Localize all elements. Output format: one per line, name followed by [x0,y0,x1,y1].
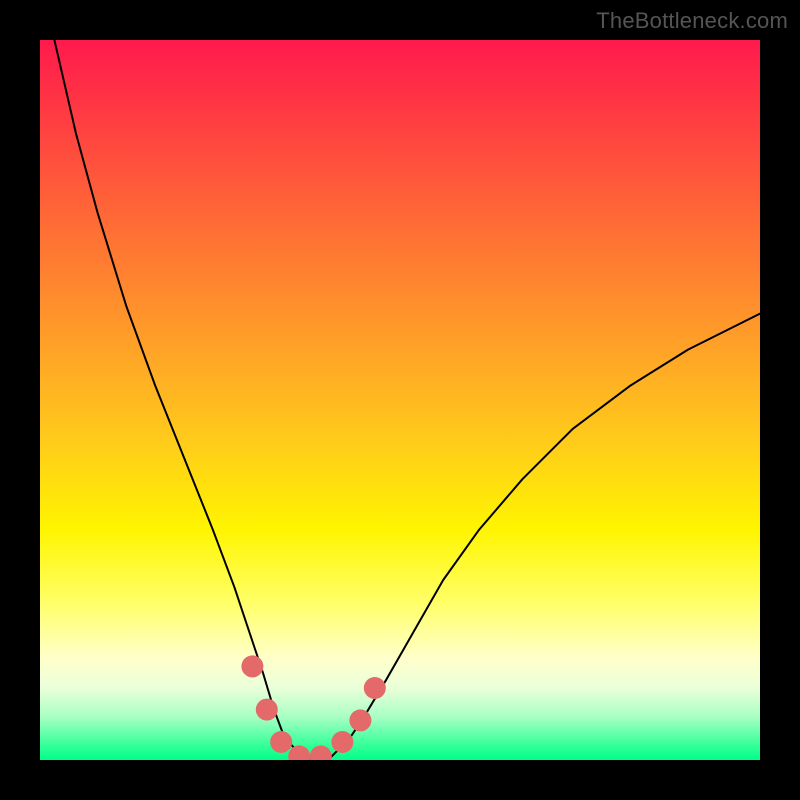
curve-marker [256,699,278,721]
chart-frame: TheBottleneck.com [0,0,800,800]
curve-marker [310,745,332,760]
curve-marker [349,709,371,731]
plot-area [40,40,760,760]
chart-svg [40,40,760,760]
curve-marker [331,731,353,753]
watermark-text: TheBottleneck.com [596,8,788,34]
curve-marker [270,731,292,753]
curve-marker [364,677,386,699]
curve-line [40,40,760,760]
curve-marker [288,745,310,760]
curve-marker [241,655,263,677]
